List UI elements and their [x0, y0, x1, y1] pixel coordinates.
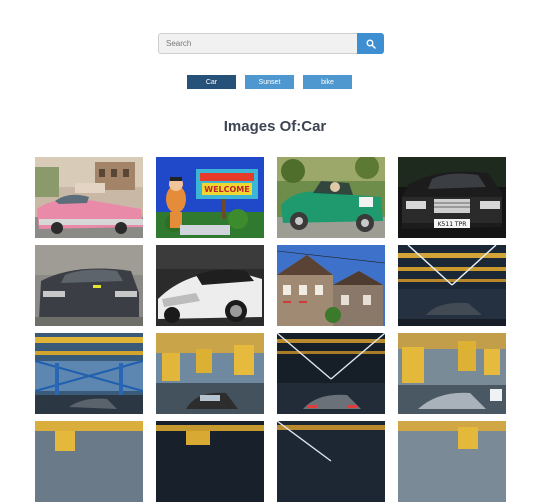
blurred-sedan-image	[35, 245, 143, 326]
image-grid: WELCOME K511 TPR	[35, 157, 509, 502]
image-tile-garage-16[interactable]	[398, 421, 506, 502]
garage-image	[398, 421, 506, 502]
search-input[interactable]	[158, 33, 357, 54]
white-supercar-image	[156, 245, 264, 326]
image-tile-yellow-pipes-car[interactable]	[156, 333, 264, 414]
industrial-hangar-image	[35, 333, 143, 414]
garage-interior-image	[398, 245, 506, 326]
pink-car-image	[35, 157, 143, 238]
filter-chips: Car Sunset bike	[187, 75, 352, 89]
results-heading: Images Of:Car	[223, 118, 327, 135]
garage-image	[277, 421, 385, 502]
image-tile-garage-car-lights[interactable]	[277, 333, 385, 414]
image-tile-industrial-hangar[interactable]	[35, 333, 143, 414]
green-roadster-image	[277, 157, 385, 238]
search-bar	[158, 33, 384, 54]
image-tile-pink-car[interactable]	[35, 157, 143, 238]
image-tile-garage-15[interactable]	[277, 421, 385, 502]
old-houses-image	[277, 245, 385, 326]
filter-chip-sunset[interactable]: Sunset	[245, 75, 294, 89]
yellow-pipes-car-image	[156, 333, 264, 414]
black-sedan-image: K511 TPR	[398, 157, 506, 238]
filter-chip-bike[interactable]: bike	[303, 75, 352, 89]
svg-text:K511 TPR: K511 TPR	[438, 221, 467, 228]
image-tile-green-roadster[interactable]	[277, 157, 385, 238]
image-tile-white-supercar[interactable]	[156, 245, 264, 326]
garage-image	[35, 421, 143, 502]
image-tile-blurred-sedan[interactable]	[35, 245, 143, 326]
garage-image	[156, 421, 264, 502]
image-tile-yellow-pipes-silver-car[interactable]	[398, 333, 506, 414]
image-tile-garage-14[interactable]	[156, 421, 264, 502]
image-tile-welcome-sign[interactable]: WELCOME	[156, 157, 264, 238]
garage-car-lights-image	[277, 333, 385, 414]
search-button[interactable]	[357, 33, 384, 54]
image-tile-black-sedan[interactable]: K511 TPR	[398, 157, 506, 238]
search-icon	[366, 39, 376, 49]
yellow-pipes-silver-car-image	[398, 333, 506, 414]
image-tile-old-houses[interactable]	[277, 245, 385, 326]
filter-chip-car[interactable]: Car	[187, 75, 236, 89]
image-tile-garage-13[interactable]	[35, 421, 143, 502]
svg-text:WELCOME: WELCOME	[204, 185, 249, 194]
image-tile-garage-interior[interactable]	[398, 245, 506, 326]
welcome-sign-image: WELCOME	[156, 157, 264, 238]
